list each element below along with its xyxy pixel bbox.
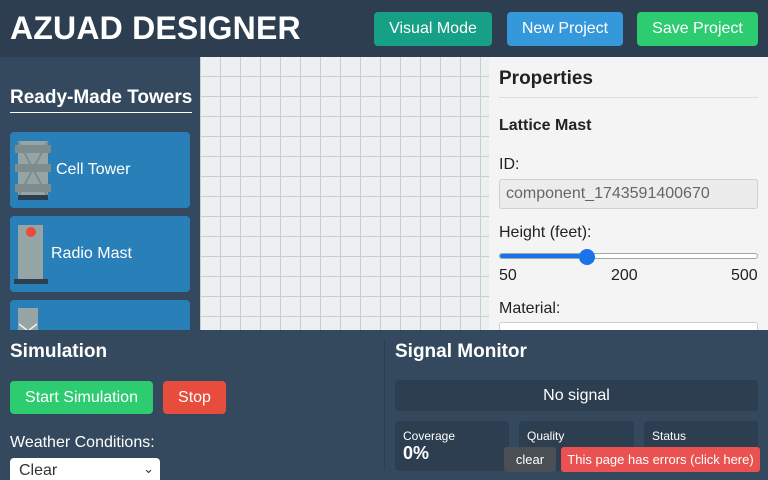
app-header: AZUAD DESIGNER Visual Mode New Project S…: [0, 0, 768, 57]
properties-title: Properties: [499, 68, 593, 89]
component-name: Lattice Mast: [499, 117, 592, 134]
height-label: Height (feet):: [499, 224, 592, 241]
panel-divider: [384, 340, 385, 470]
tower-card-third[interactable]: [10, 300, 190, 330]
tower-card-radio-mast[interactable]: Radio Mast: [10, 216, 190, 292]
simulation-title: Simulation: [10, 341, 108, 362]
design-canvas[interactable]: [200, 57, 489, 330]
height-min-label: 50: [499, 267, 517, 284]
chevron-down-icon: ⌄: [143, 461, 154, 476]
weather-select[interactable]: Clear ⌄: [10, 458, 160, 480]
cell-tower-icon: [15, 140, 51, 200]
material-select[interactable]: [499, 322, 758, 330]
start-simulation-button[interactable]: Start Simulation: [10, 381, 153, 414]
weather-value: Clear: [19, 462, 58, 479]
id-label: ID:: [499, 156, 520, 173]
radio-mast-icon: [14, 225, 48, 284]
save-project-button[interactable]: Save Project: [637, 12, 758, 46]
signal-monitor-title: Signal Monitor: [395, 341, 527, 362]
height-slider[interactable]: [499, 249, 758, 265]
visual-mode-button[interactable]: Visual Mode: [374, 12, 492, 46]
coverage-label: Coverage: [403, 429, 456, 443]
tower-card-cell-tower[interactable]: Cell Tower: [10, 132, 190, 208]
coverage-value: 0%: [403, 443, 430, 463]
height-slider-thumb[interactable]: [579, 249, 596, 265]
weather-label: Weather Conditions:: [10, 434, 155, 451]
tower-icon: [18, 308, 38, 330]
coverage-stat: Coverage 0%: [395, 421, 509, 471]
quality-label: Quality: [527, 429, 565, 443]
height-max-label: 500: [731, 267, 758, 284]
tower-label: Cell Tower: [56, 161, 131, 178]
sidebar-title: Ready-Made Towers: [10, 87, 193, 113]
tower-label: Radio Mast: [51, 245, 132, 262]
id-field[interactable]: component_1743591400670: [499, 179, 758, 209]
clear-button[interactable]: clear: [504, 447, 556, 472]
properties-divider: [499, 97, 758, 98]
app-title: AZUAD DESIGNER: [10, 10, 301, 46]
material-label: Material:: [499, 300, 561, 317]
stop-button[interactable]: Stop: [163, 381, 226, 414]
height-value-label: 200: [611, 267, 638, 284]
signal-status-bar: No signal: [395, 380, 758, 411]
page-errors-button[interactable]: This page has errors (click here): [561, 447, 760, 472]
new-project-button[interactable]: New Project: [507, 12, 623, 46]
height-slider-fill: [500, 254, 588, 258]
properties-panel: Properties Lattice Mast ID: component_17…: [489, 57, 768, 330]
towers-sidebar: Ready-Made Towers Cell Tower Radio Mast: [0, 57, 200, 330]
status-label: Status: [652, 429, 687, 443]
